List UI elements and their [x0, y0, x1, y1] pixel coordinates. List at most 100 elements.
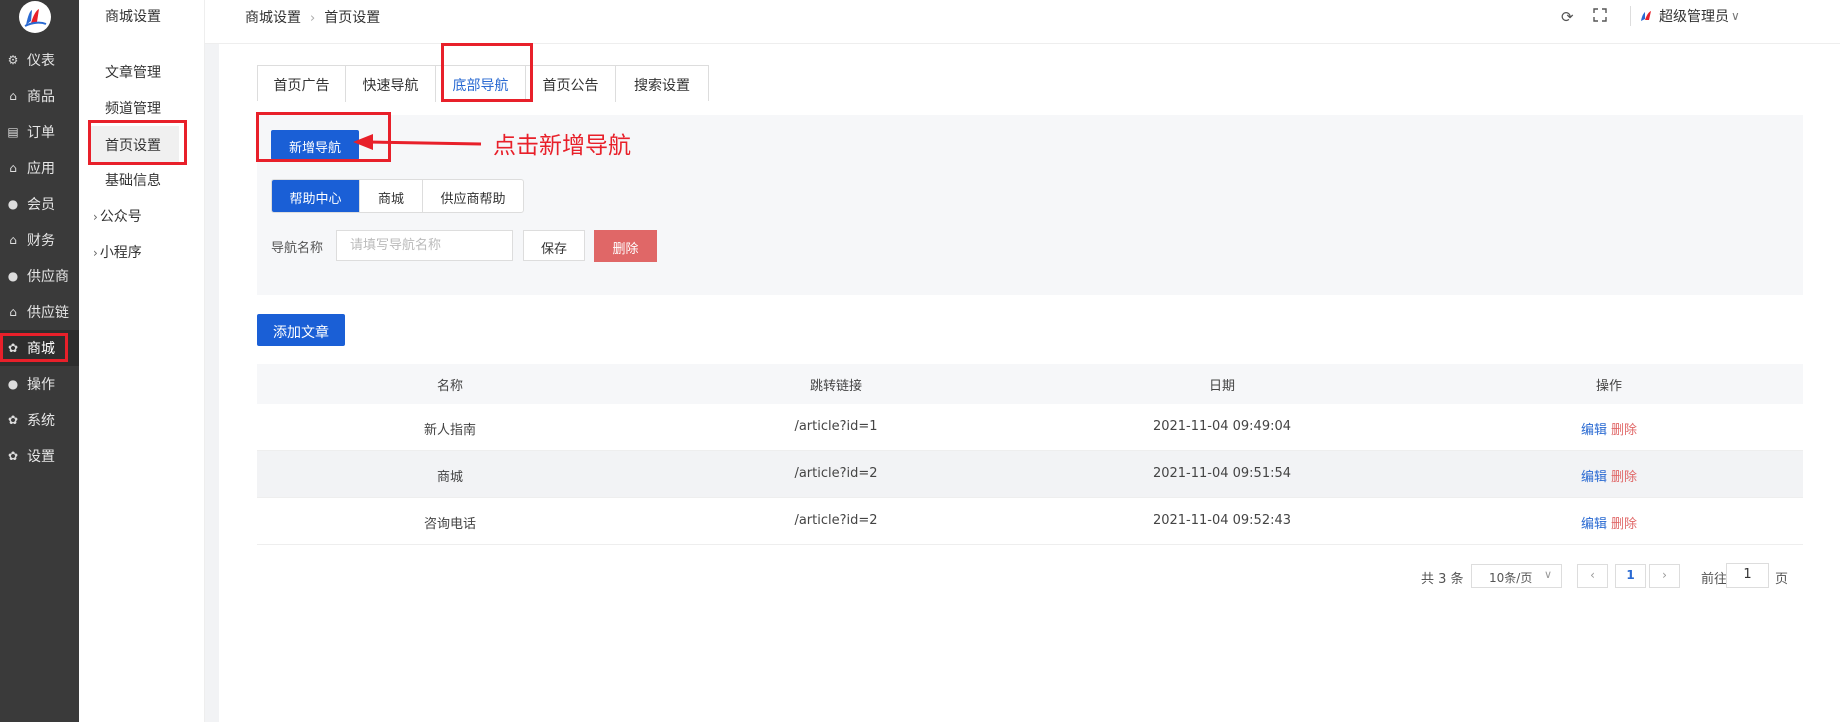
top-header: 商城设置 › 首页设置 ⟳ 超级管理员 ∨ — [205, 0, 1840, 44]
column-header-name: 名称 — [436, 379, 463, 394]
user-avatar-icon — [1641, 11, 1651, 21]
cell-actions: 编辑 删除 — [1415, 451, 1803, 497]
table-row: 咨询电话/article?id=2 2021-11-04 09:52:43 编辑 删除 — [257, 498, 1803, 545]
sidebar-item-label: 仪表 — [27, 53, 55, 69]
sidebar-item[interactable]: ⌂ 财务 — [0, 222, 79, 258]
submenu-item-channels[interactable]: 频道管理 — [105, 98, 161, 118]
highlight-box-bottom-nav-tab — [441, 43, 533, 102]
chevron-down-icon: ∨ — [1543, 568, 1552, 581]
user-icon: ● — [7, 197, 19, 211]
add-article-button[interactable]: 添加文章 — [257, 314, 345, 346]
table-row: 商城/article?id=2 2021-11-04 09:51:54 编辑 删除 — [257, 451, 1803, 498]
cell-name: 商城 — [436, 470, 463, 485]
arrow-left-icon — [353, 134, 482, 150]
page-size-select[interactable]: 10条/页 ∨ — [1471, 564, 1562, 588]
nav-group-mall[interactable]: 商城 — [360, 180, 423, 212]
sidebar-item[interactable]: ⚙ 仪表 — [0, 42, 79, 78]
cell-actions: 编辑 删除 — [1415, 498, 1803, 544]
submenu-group-label: 小程序 — [99, 245, 142, 261]
dashboard-icon: ⚙ — [7, 53, 19, 67]
sidebar-item-label: 供应链 — [27, 305, 69, 321]
breadcrumb-item-current: 首页设置 — [324, 10, 381, 26]
chevron-down-icon: ∨ — [1731, 9, 1740, 23]
username: 超级管理员 — [1659, 9, 1729, 25]
cell-name: 咨询电话 — [423, 517, 476, 532]
gear-icon: ✿ — [7, 413, 19, 427]
nav-name-label: 导航名称 — [271, 241, 324, 256]
cell-date: 2021-11-04 09:49:04 — [1152, 419, 1292, 434]
goto-page-input[interactable]: 1 — [1726, 563, 1769, 588]
page-size-value: 10条/页 — [1489, 571, 1533, 585]
nav-articles-table: 名称 跳转链接 日期 操作 新人指南/article?id=1 2021-11-0… — [257, 364, 1803, 545]
tab-home-notice[interactable]: 首页公告 — [526, 66, 616, 102]
sidebar-item-label: 设置 — [27, 449, 55, 465]
sidebar-item[interactable]: ⌂ 供应链 — [0, 294, 79, 330]
sidebar-item[interactable]: ⌂ 商品 — [0, 78, 79, 114]
cell-name: 新人指南 — [423, 423, 476, 438]
save-button[interactable]: 保存 — [523, 230, 585, 261]
user-icon: ● — [7, 269, 19, 283]
sidebar-item[interactable]: ● 会员 — [0, 186, 79, 222]
cell-link: /article?id=1 — [794, 419, 878, 434]
edit-link[interactable]: 编辑 — [1581, 517, 1607, 532]
nav-group-help-center[interactable]: 帮助中心 — [272, 180, 360, 212]
edit-link[interactable]: 编辑 — [1581, 470, 1607, 485]
clipboard-icon: ▤ — [7, 125, 19, 139]
user-menu[interactable]: 超级管理员 ∨ — [1630, 6, 1740, 26]
prev-page-button[interactable]: ‹ — [1577, 564, 1608, 588]
sidebar-item[interactable]: ▤ 订单 — [0, 114, 79, 150]
bag-icon: ⌂ — [9, 305, 17, 319]
delete-link[interactable]: 删除 — [1611, 517, 1637, 532]
chevron-right-icon: › — [93, 246, 98, 260]
next-page-button[interactable]: › — [1649, 564, 1680, 588]
nav-name-input[interactable] — [336, 230, 513, 261]
delete-link[interactable]: 删除 — [1611, 423, 1637, 438]
gear-icon: ✿ — [7, 449, 19, 463]
breadcrumb-item[interactable]: 商城设置 — [245, 10, 301, 26]
submenu-item-articles[interactable]: 文章管理 — [105, 62, 161, 82]
page-suffix-label: 页 — [1775, 572, 1789, 587]
page-number-button[interactable]: 1 — [1615, 564, 1646, 588]
submenu-group-official-account[interactable]: › 公众号 — [93, 206, 142, 226]
bag-icon: ⌂ — [9, 161, 17, 175]
delete-nav-button[interactable]: 删除 — [594, 230, 657, 262]
sidebar-item-label: 会员 — [27, 197, 55, 213]
sidebar-item[interactable]: ⌂ 应用 — [0, 150, 79, 186]
tab-quick-nav[interactable]: 快速导航 — [346, 66, 436, 102]
breadcrumb-separator-icon: › — [310, 11, 316, 26]
tab-home-ads[interactable]: 首页广告 — [258, 66, 346, 102]
delete-link[interactable]: 删除 — [1611, 470, 1637, 485]
submenu-group-label: 公众号 — [99, 209, 142, 225]
chevron-left-icon: ‹ — [1590, 568, 1595, 582]
tab-search-settings[interactable]: 搜索设置 — [616, 66, 708, 102]
sidebar-item[interactable]: ✿ 设置 — [0, 438, 79, 474]
submenu-group-mini-program[interactable]: › 小程序 — [93, 242, 142, 262]
sidebar-item[interactable]: ✿ 系统 — [0, 402, 79, 438]
refresh-icon[interactable]: ⟳ — [1561, 8, 1574, 26]
nav-group-supplier-help[interactable]: 供应商帮助 — [423, 180, 523, 212]
sidebar-item-label: 供应商 — [27, 269, 69, 285]
cell-link: /article?id=2 — [794, 466, 878, 481]
sidebar-item-label: 操作 — [27, 377, 55, 393]
user-icon: ● — [7, 377, 19, 391]
edit-link[interactable]: 编辑 — [1581, 423, 1607, 438]
brand-logo[interactable] — [19, 1, 51, 33]
chevron-right-icon: › — [1662, 568, 1667, 582]
column-header-link: 跳转链接 — [809, 379, 862, 394]
highlight-box-home-settings — [88, 120, 187, 165]
fullscreen-icon[interactable] — [1593, 8, 1607, 26]
cell-actions: 编辑 删除 — [1415, 404, 1803, 450]
sidebar-item-label: 订单 — [27, 125, 55, 141]
highlight-box-mall — [0, 333, 68, 362]
sidebar-item[interactable]: ● 操作 — [0, 366, 79, 402]
sidebar-item[interactable]: ● 供应商 — [0, 258, 79, 294]
nav-group-selector: 帮助中心 商城 供应商帮助 — [271, 179, 524, 213]
submenu-item-basic-info[interactable]: 基础信息 — [105, 170, 161, 190]
cell-date: 2021-11-04 09:52:43 — [1152, 513, 1292, 528]
bag-icon: ⌂ — [9, 89, 17, 103]
content-gutter — [205, 44, 219, 722]
column-header-actions: 操作 — [1595, 379, 1622, 394]
pagination-total: 共 3 条 — [1421, 572, 1464, 587]
goto-label: 前往 — [1701, 572, 1728, 587]
annotation-text: 点击新增导航 — [493, 133, 631, 159]
